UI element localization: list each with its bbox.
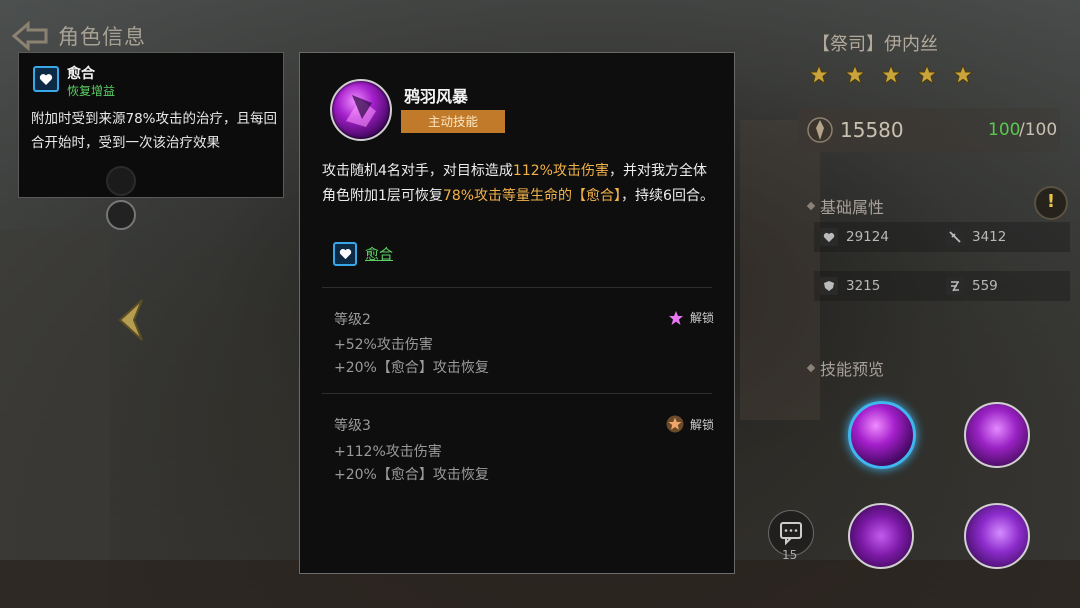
character-name: 【祭司】伊内丝 bbox=[812, 34, 938, 55]
page-title: 角色信息 bbox=[58, 25, 146, 49]
skill-detail-panel: 鸦羽风暴 主动技能 攻击随机4名对手，对目标造成112%攻击伤害，并对我方全体角… bbox=[299, 52, 735, 574]
diamond-bullet-icon bbox=[806, 363, 816, 373]
unlock-label: 解锁 bbox=[689, 311, 714, 325]
skill-desc-highlight-heal: 78%攻击等量生命的【愈合】 bbox=[442, 188, 622, 204]
skill-desc-part: ，持续6回合。 bbox=[621, 188, 714, 204]
back-arrow-icon[interactable] bbox=[10, 20, 50, 52]
stat-defense-value: 3215 bbox=[846, 278, 881, 294]
speed-icon bbox=[946, 277, 964, 295]
skill-preview-title-text: 技能预览 bbox=[820, 360, 885, 379]
star-icon bbox=[916, 64, 938, 85]
divider bbox=[322, 393, 712, 394]
background-building-left bbox=[0, 230, 110, 608]
level-3-effect-1: +112%攻击伤害 bbox=[334, 444, 442, 460]
stat-speed: 559 bbox=[946, 277, 998, 295]
bronze-star-icon bbox=[666, 415, 684, 433]
level-2-effect-2: +20%【愈合】攻击恢复 bbox=[334, 360, 489, 376]
stat-attack: 3412 bbox=[946, 228, 1006, 246]
buff-description: 附加时受到来源78%攻击的治疗，且每回合开始时，受到一次该治疗效果 bbox=[31, 111, 278, 151]
buff-tooltip: 愈合 恢复增益 附加时受到来源78%攻击的治疗，且每回合开始时，受到一次该治疗效… bbox=[18, 52, 284, 198]
page-header: 角色信息 bbox=[10, 20, 146, 52]
skill-raven-storm-icon bbox=[330, 79, 392, 141]
stat-defense: 3215 bbox=[820, 277, 880, 295]
side-icon-2[interactable] bbox=[106, 200, 136, 230]
attributes-title: 基础属性 bbox=[806, 194, 885, 218]
skill-desc-highlight-damage: 112%攻击伤害 bbox=[512, 163, 609, 179]
divider bbox=[322, 287, 712, 288]
level-max: /100 bbox=[1019, 120, 1058, 140]
stat-hp-value: 29124 bbox=[846, 229, 889, 245]
diamond-bullet-icon bbox=[806, 201, 816, 211]
buff-link[interactable]: 愈合 bbox=[333, 242, 393, 266]
skill-preview-title: 技能预览 bbox=[806, 356, 885, 380]
buff-name: 愈合 bbox=[67, 66, 95, 82]
power-bar: 15580 100 /100 bbox=[798, 108, 1060, 152]
buff-category: 恢复增益 bbox=[67, 84, 116, 98]
buff-link-label[interactable]: 愈合 bbox=[365, 244, 393, 264]
heart-icon bbox=[333, 242, 357, 266]
info-button[interactable]: ! bbox=[1034, 186, 1068, 220]
stat-hp: 29124 bbox=[820, 228, 889, 246]
level-2-effect-1: +52%攻击伤害 bbox=[334, 337, 433, 353]
skill-slot-2[interactable] bbox=[964, 402, 1030, 468]
side-icon-1[interactable] bbox=[106, 166, 136, 196]
level-2-title: 等级2 bbox=[334, 312, 371, 328]
star-icon bbox=[808, 64, 830, 85]
heart-icon bbox=[820, 228, 838, 246]
power-value: 15580 bbox=[840, 118, 904, 142]
stat-speed-value: 559 bbox=[972, 278, 998, 294]
attributes-title-text: 基础属性 bbox=[820, 198, 885, 217]
skill-slot-4[interactable] bbox=[964, 503, 1030, 569]
level-3-title: 等级3 bbox=[334, 418, 371, 434]
heart-icon bbox=[33, 66, 59, 92]
pink-star-icon bbox=[668, 310, 683, 325]
skill-desc-part: 攻击随机4名对手，对目标造成 bbox=[322, 163, 513, 179]
sword-icon bbox=[946, 228, 964, 246]
star-icon bbox=[880, 64, 902, 85]
level-2-unlock: 解锁 bbox=[668, 309, 714, 326]
level-current: 100 bbox=[988, 120, 1021, 140]
shield-icon bbox=[820, 277, 838, 295]
level-3-effect-2: +20%【愈合】攻击恢复 bbox=[334, 467, 489, 483]
stat-attack-value: 3412 bbox=[972, 229, 1007, 245]
chat-count: 15 bbox=[782, 548, 798, 562]
star-icon bbox=[952, 64, 974, 85]
skill-type-tag: 主动技能 bbox=[401, 110, 505, 133]
skill-slot-3[interactable] bbox=[848, 503, 914, 569]
skill-name: 鸦羽风暴 bbox=[404, 87, 469, 106]
star-rating bbox=[808, 64, 974, 86]
star-icon bbox=[844, 64, 866, 85]
skill-slot-1-raven-storm[interactable] bbox=[848, 401, 916, 469]
level-3-unlock: 解锁 bbox=[666, 415, 714, 433]
skill-description: 攻击随机4名对手，对目标造成112%攻击伤害，并对我方全体角色附加1层可恢复78… bbox=[322, 159, 714, 209]
previous-arrow-icon[interactable] bbox=[112, 296, 148, 344]
unlock-label: 解锁 bbox=[689, 417, 714, 432]
power-emblem-icon bbox=[807, 117, 833, 143]
